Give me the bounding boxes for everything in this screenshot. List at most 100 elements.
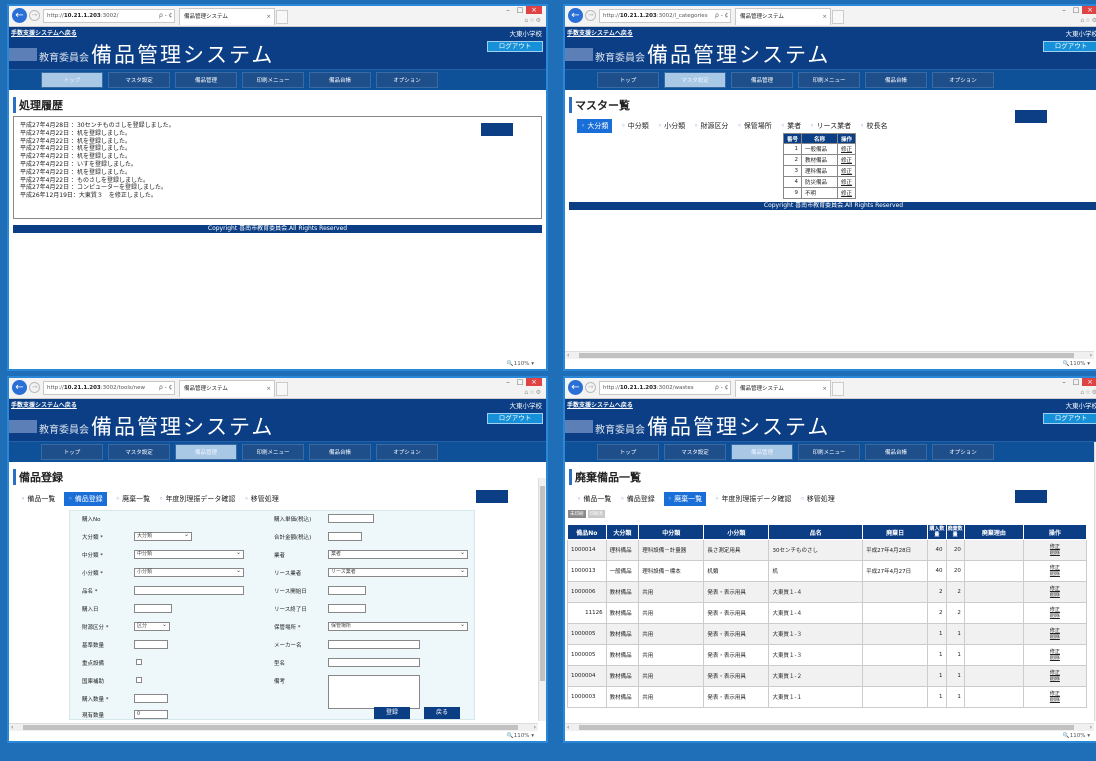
vertical-scrollbar[interactable]	[538, 478, 546, 721]
menu-options[interactable]: オプション	[376, 444, 438, 460]
close-window-icon[interactable]: ×	[526, 6, 542, 14]
purchase-qty-input[interactable]	[134, 694, 168, 703]
total-price-input[interactable]	[328, 532, 362, 541]
action-button[interactable]	[481, 123, 513, 136]
address-bar[interactable]: http://10.21.1.203:3002/l_categories	[599, 9, 731, 23]
favorites-icon[interactable]: ⌂☆⚙	[524, 17, 542, 24]
scroll-thumb[interactable]	[540, 486, 545, 681]
address-controls[interactable]: ρ - ¢	[715, 381, 729, 395]
edit-link[interactable]: 修正	[837, 165, 857, 177]
subnav-lease-vendor[interactable]: リース業者	[810, 121, 852, 131]
browser-tab[interactable]: 備品管理システム ×	[735, 8, 831, 25]
forward-arrow-icon[interactable]: →	[585, 10, 596, 21]
subnav-small-category[interactable]: 小分類	[658, 121, 685, 131]
menu-equipment[interactable]: 備品管理	[731, 72, 793, 88]
fund-select[interactable]: 区分	[134, 621, 170, 631]
menu-ledger[interactable]: 備品台帳	[309, 72, 371, 88]
subsidy-checkbox[interactable]	[136, 677, 142, 683]
address-bar[interactable]: http://10.21.1.203:3002/	[43, 9, 175, 23]
back-arrow-icon[interactable]: ←	[12, 380, 27, 395]
horizontal-scrollbar[interactable]: ‹ ›	[565, 723, 1094, 731]
close-window-icon[interactable]: ×	[526, 378, 542, 386]
menu-ledger[interactable]: 備品台帳	[865, 72, 927, 88]
menu-top[interactable]: トップ	[41, 72, 103, 88]
model-input[interactable]	[328, 658, 420, 667]
favorites-icon[interactable]: ⌂☆⚙	[524, 389, 542, 396]
maximize-icon[interactable]: □	[514, 378, 526, 386]
maximize-icon[interactable]: □	[1070, 6, 1082, 14]
edit-link[interactable]: 修正	[837, 176, 857, 188]
address-bar[interactable]: http://10.21.1.203:3002/wastes	[599, 381, 731, 395]
subnav-yearly-data[interactable]: 年度別理振データ確認	[715, 494, 791, 504]
horizontal-scrollbar[interactable]: ‹ ›	[9, 723, 538, 731]
delete-link[interactable]: 削除	[1027, 592, 1083, 598]
lease-end-input[interactable]	[328, 604, 366, 613]
subnav-equipment-list[interactable]: 備品一覧	[21, 494, 55, 504]
minimize-icon[interactable]: –	[502, 378, 514, 386]
menu-master[interactable]: マスタ設定	[108, 444, 170, 460]
forward-arrow-icon[interactable]: →	[29, 382, 40, 393]
action-button[interactable]	[1015, 490, 1047, 503]
address-controls[interactable]: ρ - ¢	[715, 9, 729, 23]
scroll-thumb[interactable]	[579, 353, 1074, 358]
zoom-level[interactable]: 🔍110% ▾	[9, 359, 546, 369]
delete-link[interactable]: 削除	[1027, 697, 1083, 703]
purchase-date-input[interactable]	[134, 604, 172, 613]
menu-print[interactable]: 印刷メニュー	[242, 72, 304, 88]
forward-arrow-icon[interactable]: →	[29, 10, 40, 21]
menu-master[interactable]: マスタ設定	[664, 444, 726, 460]
menu-top[interactable]: トップ	[597, 72, 659, 88]
favorites-icon[interactable]: ⌂☆⚙	[1080, 389, 1096, 396]
back-to-support-link[interactable]: 手数支援システムへ戻る	[567, 400, 633, 409]
browser-tab[interactable]: 備品管理システム ×	[179, 8, 275, 25]
small-category-select[interactable]: 小分類	[134, 567, 244, 577]
close-window-icon[interactable]: ×	[1082, 378, 1096, 386]
minimize-icon[interactable]: –	[1058, 6, 1070, 14]
subnav-equipment-register[interactable]: 備品登録	[620, 494, 655, 504]
address-controls[interactable]: ρ - ¢	[159, 381, 173, 395]
close-icon[interactable]: ×	[822, 381, 827, 397]
minimize-icon[interactable]: –	[1058, 378, 1070, 386]
close-window-icon[interactable]: ×	[1082, 6, 1096, 14]
menu-ledger[interactable]: 備品台帳	[309, 444, 371, 460]
back-arrow-icon[interactable]: ←	[568, 8, 583, 23]
minimize-icon[interactable]: –	[502, 6, 514, 14]
edit-link[interactable]: 修正	[837, 187, 857, 199]
item-name-input[interactable]	[134, 586, 244, 595]
maximize-icon[interactable]: □	[1070, 378, 1082, 386]
menu-top[interactable]: トップ	[41, 444, 103, 460]
delete-link[interactable]: 削除	[1027, 550, 1083, 556]
edit-link[interactable]: 修正	[837, 143, 857, 155]
delete-link[interactable]: 削除	[1027, 613, 1083, 619]
subnav-equipment-list[interactable]: 備品一覧	[577, 494, 611, 504]
menu-top[interactable]: トップ	[597, 444, 659, 460]
back-to-support-link[interactable]: 手数支援システムへ戻る	[11, 28, 77, 37]
edit-link[interactable]: 修正	[837, 154, 857, 166]
browser-tab[interactable]: 備品管理システム ×	[179, 380, 275, 397]
new-tab-button[interactable]	[276, 10, 288, 24]
back-button[interactable]: 戻る	[424, 707, 460, 719]
action-button[interactable]	[1015, 110, 1047, 123]
subnav-medium-category[interactable]: 中分類	[621, 121, 649, 131]
subnav-waste-list[interactable]: 廃棄一覧	[663, 492, 707, 506]
logout-button[interactable]: ログアウト	[487, 41, 543, 52]
logout-button[interactable]: ログアウト	[1043, 41, 1096, 52]
menu-ledger[interactable]: 備品台帳	[865, 444, 927, 460]
close-icon[interactable]: ×	[266, 9, 271, 25]
menu-equipment[interactable]: 備品管理	[175, 444, 237, 460]
delete-link[interactable]: 削除	[1027, 634, 1083, 640]
vendor-select[interactable]: 業者	[328, 549, 468, 559]
delete-link[interactable]: 削除	[1027, 571, 1083, 577]
menu-master[interactable]: マスタ設定	[664, 72, 726, 88]
menu-print[interactable]: 印刷メニュー	[798, 444, 860, 460]
back-arrow-icon[interactable]: ←	[12, 8, 27, 23]
menu-equipment[interactable]: 備品管理	[731, 444, 793, 460]
new-tab-button[interactable]	[832, 10, 844, 24]
subnav-large-category[interactable]: 大分類	[577, 119, 613, 133]
scroll-thumb[interactable]	[23, 725, 518, 730]
subnav-transfer[interactable]: 移管処理	[800, 494, 835, 504]
printed-button[interactable]: 印刷済	[587, 510, 605, 518]
subnav-vendor[interactable]: 業者	[781, 121, 801, 131]
close-icon[interactable]: ×	[822, 9, 827, 25]
subnav-fund[interactable]: 財源区分	[694, 121, 728, 131]
